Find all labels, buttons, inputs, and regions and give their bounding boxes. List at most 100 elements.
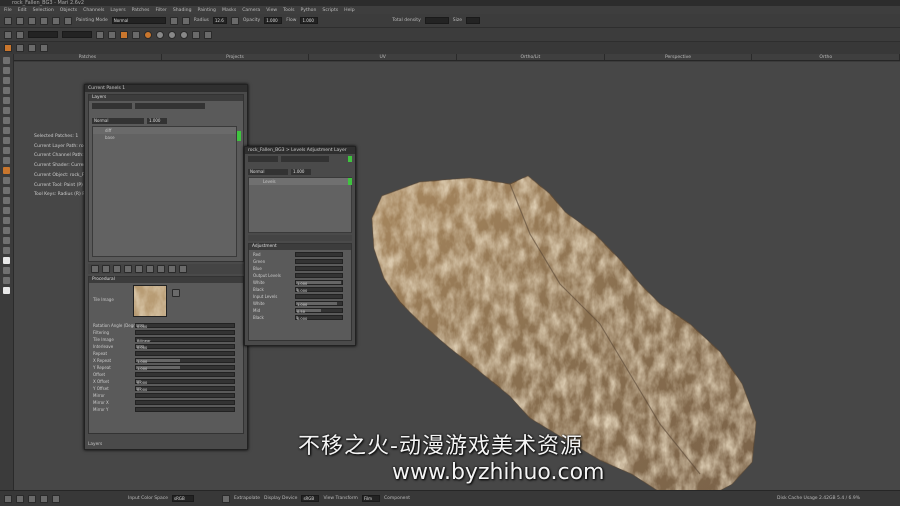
tool-icon[interactable] [3,197,10,204]
extrapolate-icon[interactable] [221,494,230,503]
property-slider[interactable]: 0.000 [135,323,235,329]
adjustment-opacity-field[interactable]: 1.000 [291,169,311,175]
property-slider[interactable] [135,330,235,335]
view-tab[interactable]: UV [309,54,458,60]
alpha-icon[interactable] [181,16,190,25]
menu-item[interactable]: Patches [132,8,150,13]
add-group-icon[interactable] [135,265,143,273]
property-slider[interactable]: 0.000 [295,315,343,321]
menu-item[interactable]: Filter [155,8,166,13]
adjustment-search-field[interactable] [281,156,329,162]
layer-item[interactable]: base [93,134,236,141]
layers-opacity-field[interactable]: 1.000 [147,118,167,124]
property-slider[interactable] [135,400,235,405]
tool-icon[interactable] [3,117,10,124]
menu-item[interactable]: Edit [18,8,27,13]
menu-item[interactable]: Shading [173,8,192,13]
frame-icon[interactable] [52,494,60,503]
brush-icon[interactable] [230,16,239,25]
camera-icon[interactable] [16,30,24,39]
cube-icon[interactable] [192,30,200,39]
tool-icon[interactable] [3,167,10,174]
light-icon[interactable] [132,30,140,39]
menu-item[interactable]: Selection [33,8,54,13]
tile-image-swatch[interactable] [133,285,167,317]
property-slider[interactable]: 0.000 [135,379,235,385]
tool-icon[interactable] [3,217,10,224]
property-slider[interactable]: 0.000 [135,344,235,350]
new-icon[interactable] [4,16,12,25]
tool-icon[interactable] [3,57,10,64]
merge-layer-icon[interactable] [168,265,176,273]
redo-icon[interactable] [52,16,60,25]
tool-icon[interactable] [3,97,10,104]
texture-icon[interactable] [204,30,212,39]
rotate-icon[interactable] [16,494,24,503]
view-tab[interactable]: Patches [14,54,162,60]
property-slider[interactable] [295,273,343,278]
tool-icon[interactable] [3,257,10,264]
duplicate-layer-icon[interactable] [157,265,165,273]
paint-mode-dropdown[interactable]: Normal [111,17,166,24]
flat-sphere-icon[interactable] [156,30,164,39]
view-tab[interactable]: Perspective [605,54,753,60]
tool-icon[interactable] [3,107,10,114]
snap-icon[interactable] [108,30,116,39]
property-slider[interactable]: Bilinear [135,337,235,343]
object-select-icon[interactable] [28,44,36,52]
property-slider[interactable] [295,266,343,271]
layers-blend-mode[interactable]: Normal [92,118,144,124]
tool-icon[interactable] [3,157,10,164]
link-icon[interactable] [96,30,104,39]
delete-layer-icon[interactable] [179,265,187,273]
patch-select-icon[interactable] [16,44,24,52]
wire-sphere-icon[interactable] [180,30,188,39]
tool-icon[interactable] [3,237,10,244]
move-icon[interactable] [4,494,12,503]
property-slider[interactable]: 0.50 [295,308,343,314]
input-color-space-dropdown[interactable]: sRGB [171,495,194,502]
tool-icon[interactable] [3,127,10,134]
menu-item[interactable]: Camera [242,8,260,13]
tool-icon[interactable] [3,137,10,144]
property-slider[interactable]: 1.000 [135,365,235,371]
adjustment-blend-mode[interactable]: Normal [248,169,288,175]
property-slider[interactable]: 1.000 [295,301,343,307]
tool-icon[interactable] [3,287,10,294]
property-slider[interactable]: 0.000 [135,386,235,392]
tool-icon[interactable] [3,277,10,284]
add-procedural-icon[interactable] [113,265,121,273]
tool-icon[interactable] [3,87,10,94]
menu-item[interactable]: Python [300,8,316,13]
property-slider[interactable] [135,407,235,412]
menu-item[interactable]: View [266,8,277,13]
menu-item[interactable]: Help [344,8,354,13]
channel-field[interactable] [28,31,58,38]
opacity-field[interactable]: 1.000 [264,17,283,24]
menu-item[interactable]: Tools [283,8,294,13]
view-transform-dropdown[interactable]: Film [361,495,380,502]
menu-item[interactable]: Layers [110,8,125,13]
tool-icon[interactable] [3,177,10,184]
browse-image-icon[interactable] [172,289,180,297]
menu-item[interactable]: File [4,8,12,13]
add-mask-icon[interactable] [146,265,154,273]
view-tab[interactable]: Ortho/Lit [457,54,605,60]
fit-icon[interactable] [40,494,48,503]
menu-item[interactable]: Scripts [322,8,338,13]
property-slider[interactable] [135,351,235,356]
property-slider[interactable] [135,372,235,377]
property-slider[interactable] [295,259,343,264]
radius-field[interactable]: 12.6 [212,17,227,24]
snapshot-icon[interactable] [64,16,72,25]
undo-icon[interactable] [40,16,48,25]
shaded-sphere-icon[interactable] [144,30,152,39]
property-slider[interactable] [135,393,235,398]
property-slider[interactable] [295,294,343,299]
grid-icon[interactable] [4,30,12,39]
zoom-icon[interactable] [28,494,36,503]
layer-item[interactable]: Levels [249,178,351,185]
menu-item[interactable]: Objects [60,8,77,13]
tool-icon[interactable] [3,77,10,84]
flow-field[interactable]: 1.000 [300,17,319,24]
